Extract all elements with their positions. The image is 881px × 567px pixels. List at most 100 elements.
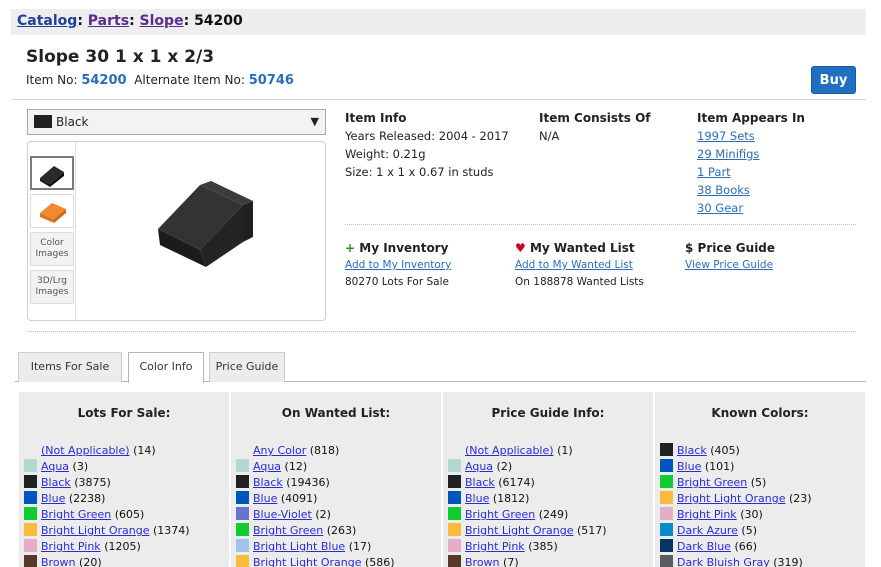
color-count: (586) [364,556,395,567]
color-row: Bright Light Orange (586) [236,555,395,567]
color-row: Blue-Violet (2) [236,507,331,523]
color-link[interactable]: Blue [677,460,701,473]
appears-books-link[interactable]: 38 Books [697,183,750,197]
color-count: (66) [734,540,758,553]
color-link[interactable]: Bright Green [41,508,111,521]
color-link[interactable]: Aqua [41,460,69,473]
color-link[interactable]: Bright Light Orange [41,524,149,537]
color-swatch [236,459,249,472]
color-link[interactable]: Dark Blue [677,540,731,553]
color-link[interactable]: Any Color [253,444,306,457]
color-link[interactable]: Dark Bluish Gray [677,556,770,567]
tab-price-guide[interactable]: Price Guide [209,352,285,382]
breadcrumb-parts-link[interactable]: Parts [88,13,129,29]
heart-icon: ♥ [515,241,526,255]
color-swatch [660,459,673,472]
color-link[interactable]: (Not Applicable) [465,444,554,457]
color-row: Dark Azure (5) [660,523,757,539]
color-link[interactable]: Blue [465,492,489,505]
appears-part-link[interactable]: 1 Part [697,165,731,179]
appears-sets-link[interactable]: 1997 Sets [697,129,755,143]
color-link[interactable]: Bright Green [465,508,535,521]
color-link[interactable]: Bright Light Orange [465,524,573,537]
color-row: Bright Light Orange (517) [448,523,607,539]
plus-icon: + [345,241,356,255]
color-count: (2) [315,508,331,521]
color-swatch [236,555,249,567]
color-count: (385) [528,540,558,553]
thumbnail-orange[interactable] [30,194,74,228]
color-link[interactable]: Brown [465,556,500,567]
color-link[interactable]: Bright Green [677,476,747,489]
color-link[interactable]: Dark Azure [677,524,738,537]
color-link[interactable]: Black [41,476,71,489]
color-row: Bright Light Blue (17) [236,539,371,555]
breadcrumb-separator: : [77,13,83,29]
appears-minifigs-link[interactable]: 29 Minifigs [697,147,759,161]
color-link[interactable]: Bright Light Blue [253,540,345,553]
color-link[interactable]: Black [677,444,707,457]
breadcrumb-current: 54200 [194,13,243,29]
color-count: (7) [503,556,519,567]
dollar-icon: $ [685,241,694,255]
color-link[interactable]: Bright Pink [677,508,737,521]
view-price-guide-link[interactable]: View Price Guide [685,259,773,271]
color-count: (3) [72,460,89,473]
color-swatch [24,507,37,520]
wanted-heading: ♥ My Wanted List [515,241,635,255]
tab-items-for-sale[interactable]: Items For Sale [18,352,122,382]
buy-button[interactable]: Buy [811,66,856,94]
color-swatch [34,115,52,128]
add-to-inventory-link[interactable]: Add to My Inventory [345,259,451,271]
color-row: Blue (2238) [24,491,105,507]
color-link[interactable]: Blue-Violet [253,508,312,521]
color-link[interactable]: Bright Green [253,524,323,537]
color-swatch [448,539,461,552]
thumbnail-black[interactable] [30,156,74,190]
color-count: (319) [773,556,803,567]
color-link[interactable]: Black [465,476,495,489]
breadcrumb: Catalog: Parts: Slope: 54200 [11,9,866,35]
lrg-images-button[interactable]: 3D/Lrg Images [30,270,74,304]
price-guide-title: Price Guide [697,241,776,255]
color-swatch [448,507,461,520]
breadcrumb-slope-link[interactable]: Slope [140,13,184,29]
color-link[interactable]: (Not Applicable) [41,444,130,457]
color-row: Black (3875) [24,475,111,491]
color-swatch [24,523,37,536]
color-images-button[interactable]: Color Images [30,232,74,266]
color-swatch [660,555,673,567]
color-select[interactable]: Black ▼ [27,109,326,135]
alternate-item-no-value: 50746 [248,73,294,88]
color-link[interactable]: Black [253,476,283,489]
color-swatch [660,443,673,456]
color-row: Bright Pink (385) [448,539,558,555]
size: Size: 1 x 1 x 0.67 in studs [345,165,494,179]
color-link[interactable]: Aqua [465,460,493,473]
wanted-list-panel: On Wanted List: Any Color (818) Aqua (12)… [231,392,441,567]
color-count: (5) [741,524,758,537]
color-link[interactable]: Blue [41,492,65,505]
add-to-wanted-link[interactable]: Add to My Wanted List [515,259,633,271]
color-row: Black (19436) [236,475,330,491]
color-count: (6174) [498,476,535,489]
color-row: Bright Light Orange (1374) [24,523,190,539]
color-count: (1374) [152,524,190,537]
color-link[interactable]: Bright Light Orange [253,556,361,567]
color-count: (605) [114,508,145,521]
color-link[interactable]: Bright Pink [465,540,525,553]
color-swatch [660,539,673,552]
tab-color-info[interactable]: Color Info [128,352,204,383]
color-link[interactable]: Aqua [253,460,281,473]
breadcrumb-catalog-link[interactable]: Catalog [17,13,77,29]
color-link[interactable]: Blue [253,492,277,505]
weight: Weight: 0.21g [345,147,426,161]
appears-gear-link[interactable]: 30 Gear [697,201,743,215]
color-link[interactable]: Bright Pink [41,540,101,553]
consists-heading: Item Consists Of [539,111,651,125]
color-count: (1812) [492,492,530,505]
item-no-label: Item No: [26,73,78,87]
color-link[interactable]: Brown [41,556,76,567]
color-link[interactable]: Bright Light Orange [677,492,785,505]
color-row: Aqua (2) [448,459,512,475]
